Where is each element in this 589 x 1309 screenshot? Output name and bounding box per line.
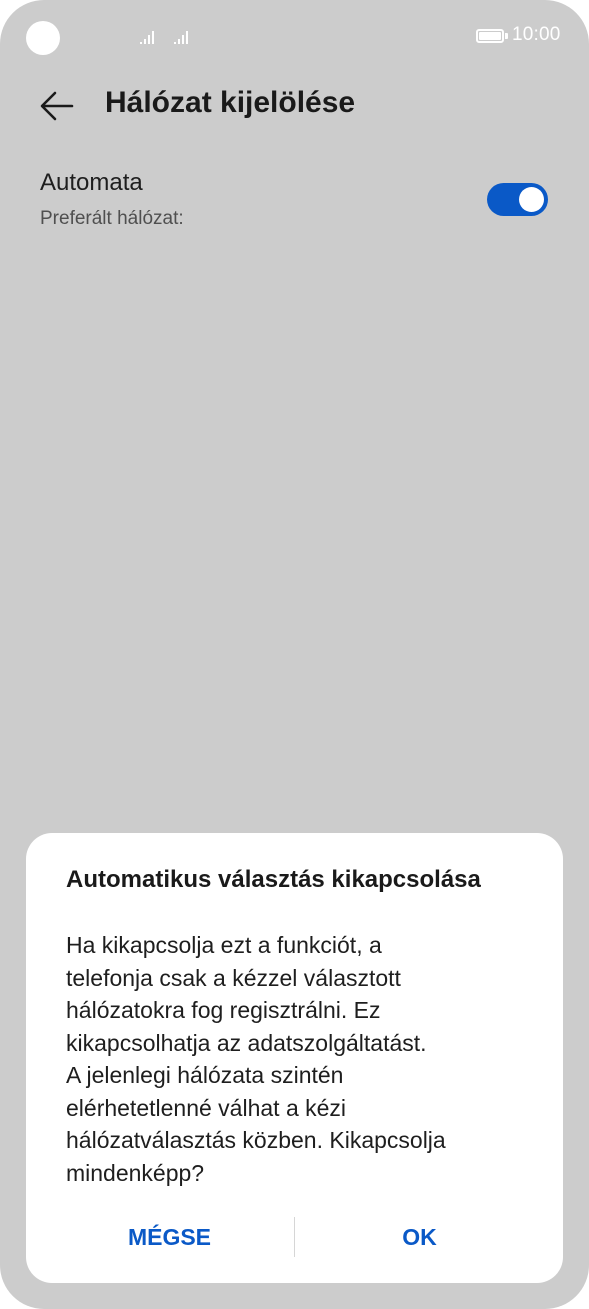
dialog-message-line: A jelenlegi hálózata szintén: [66, 1062, 344, 1088]
dialog-message: Ha kikapcsolja ezt a funkciót, a telefon…: [66, 929, 536, 1189]
dialog-message-line: elérhetetlenné válhat a kézi: [66, 1094, 347, 1121]
dialog-message-line: Ha kikapcsolja ezt a funkciót, a: [66, 932, 382, 958]
confirm-dialog: Automatikus választás kikapcsolása Ha ki…: [26, 833, 563, 1283]
dialog-title: Automatikus választás kikapcsolása: [66, 866, 481, 893]
back-button[interactable]: [36, 84, 80, 128]
button-divider: [294, 1217, 295, 1257]
phone-screen: 10:00 Hálózat kijelölése Automata Prefer…: [0, 0, 589, 1309]
setting-title: Automata: [40, 169, 143, 196]
front-camera: [26, 21, 60, 55]
status-bar: 10:00: [0, 0, 589, 74]
dialog-message-line: telefonja csak a kézzel választott: [66, 964, 401, 991]
toggle-knob: [519, 187, 544, 212]
signal-icon: [140, 28, 154, 44]
arrow-left-icon: [40, 91, 74, 121]
automatic-toggle[interactable]: [487, 183, 548, 216]
signal-icon: [174, 28, 188, 44]
page-title: Hálózat kijelölése: [105, 86, 356, 119]
dialog-message-line: hálózatokra fog regisztrálni. Ez: [66, 997, 381, 1023]
ok-button[interactable]: OK: [296, 1207, 543, 1267]
battery-tip: [505, 33, 508, 39]
setting-subtitle: Preferált hálózat:: [40, 208, 184, 229]
cancel-button[interactable]: MÉGSE: [46, 1207, 293, 1267]
dialog-message-line: hálózatválasztás közben. Kikapcsolja: [66, 1127, 446, 1153]
dialog-message-line: mindenképp?: [66, 1159, 205, 1186]
status-time: 10:00: [512, 24, 561, 45]
battery-icon: [476, 29, 504, 43]
dialog-buttons: MÉGSE OK: [26, 1207, 563, 1267]
dialog-message-line: kikapcsolhatja az adatszolgáltatást.: [66, 1029, 427, 1056]
automatic-network-setting[interactable]: Automata Preferált hálózat:: [0, 160, 589, 250]
